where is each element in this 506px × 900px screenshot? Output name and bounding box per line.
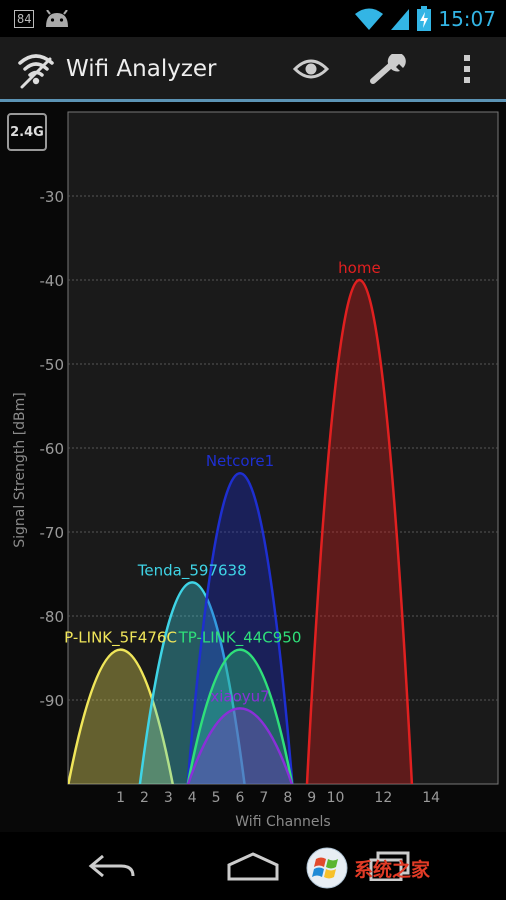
x-tick-label: 2 (140, 790, 149, 806)
x-tick-label: 1 (116, 790, 125, 806)
network-label: Netcore1 (206, 452, 274, 470)
network-label: home (338, 259, 381, 277)
x-axis-label: Wifi Channels (235, 814, 330, 830)
x-tick-label: 3 (164, 790, 173, 806)
x-tick-label: 14 (422, 790, 440, 806)
watermark: 系统之家 (306, 845, 506, 891)
watermark-text: 系统之家 (354, 858, 431, 881)
y-tick-label: -50 (40, 356, 65, 374)
home-button[interactable] (203, 832, 303, 900)
signal-chart: -30-40-50-60-70-80-90 1 2 3 4 5 6 7 8 9 10 12 14 P-… (12, 111, 499, 830)
home-icon (227, 852, 279, 881)
band-toggle-button[interactable]: 2.4G (7, 113, 47, 151)
network-label: TP-LINK_44C950 (178, 629, 302, 648)
x-tick-label: 6 (236, 790, 245, 806)
windows-logo-icon (306, 847, 348, 889)
y-tick-label: -40 (40, 272, 65, 290)
x-tick-label: 10 (327, 790, 345, 806)
y-tick-label: -90 (40, 692, 65, 710)
x-tick-label: 5 (212, 790, 221, 806)
x-tick-label: 7 (259, 790, 268, 806)
x-tick-label: 4 (188, 790, 197, 806)
network-label: Tenda_597638 (137, 561, 247, 580)
back-button[interactable] (62, 832, 162, 900)
y-tick-label: -60 (40, 440, 65, 458)
x-tick-label: 9 (307, 790, 316, 806)
x-tick-label: 8 (283, 790, 292, 806)
y-tick-label: -80 (40, 608, 65, 626)
y-tick-label: -70 (40, 524, 65, 542)
network-label: xiaoyu7 (210, 687, 269, 705)
y-axis-label: Signal Strength [dBm] (12, 392, 28, 548)
back-icon (88, 854, 135, 878)
y-tick-label: -30 (40, 188, 65, 206)
network-label: P-LINK_5F476C (64, 629, 177, 648)
x-tick-label: 12 (374, 790, 392, 806)
